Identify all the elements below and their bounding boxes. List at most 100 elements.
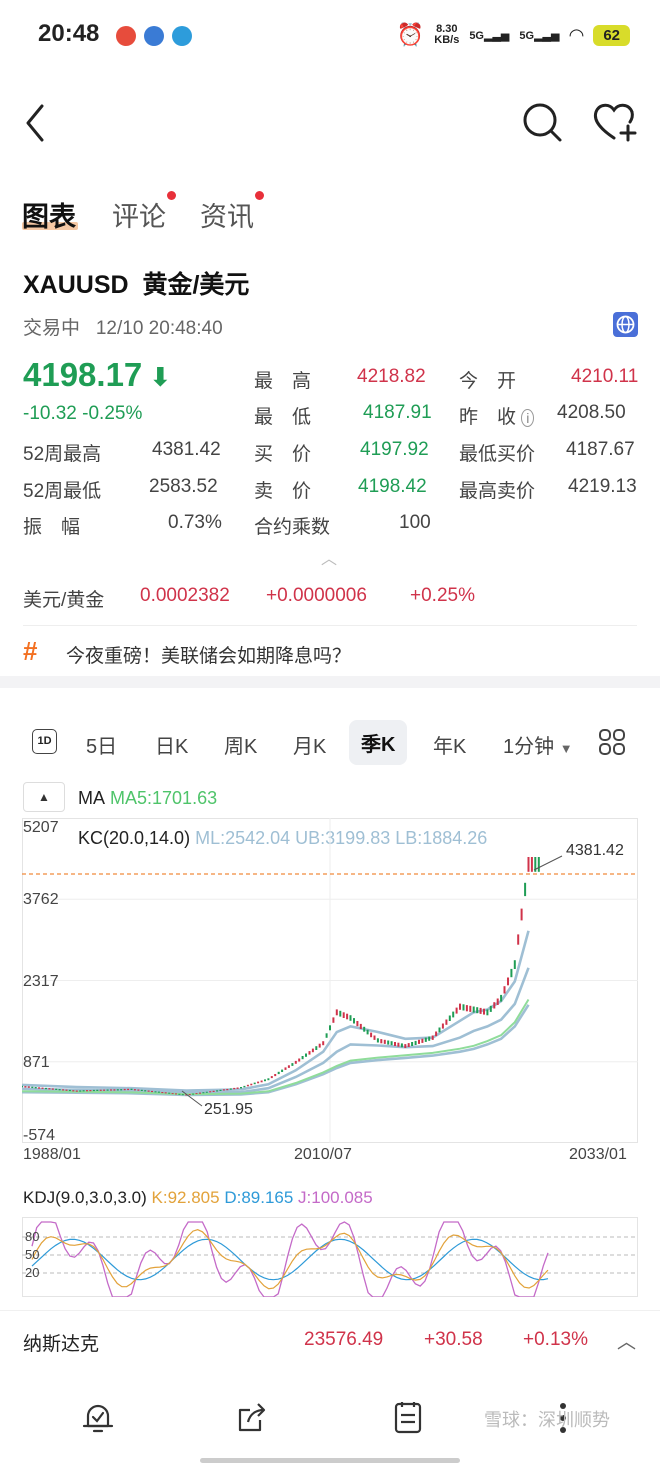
candle: [96, 1089, 99, 1091]
candle: [140, 1089, 143, 1091]
series-kc-ub: [22, 930, 530, 1092]
candle: [212, 1090, 215, 1092]
period-tab-5d[interactable]: 5日: [86, 730, 117, 759]
candle: [383, 1039, 386, 1044]
high-label: 最 高: [254, 371, 312, 392]
candle: [38, 1087, 41, 1089]
intraday-1d-icon[interactable]: 1D: [32, 729, 57, 754]
candle: [479, 1007, 482, 1014]
kdj-tick-label: 20: [25, 1265, 40, 1280]
multiplier-label: 合约乘数: [254, 517, 331, 538]
candle: [181, 1094, 184, 1096]
candle: [318, 1043, 321, 1048]
candle: [513, 960, 516, 969]
kdj-tick-label: 80: [25, 1229, 40, 1244]
wk52-low-value: 2583.52: [149, 476, 218, 497]
candle: [366, 1029, 369, 1035]
notes-icon[interactable]: [390, 1398, 426, 1438]
candle: [253, 1082, 256, 1085]
candle: [45, 1087, 47, 1090]
globe-icon[interactable]: [613, 312, 638, 337]
ticker-change-pct: +0.13%: [523, 1329, 588, 1350]
candle: [431, 1035, 434, 1040]
info-icon[interactable]: i: [521, 409, 535, 427]
candlesticks: [22, 857, 540, 1096]
tab-chart[interactable]: 图表: [22, 195, 76, 234]
candle: [305, 1053, 307, 1057]
candle: [24, 1086, 27, 1088]
candle: [264, 1079, 266, 1082]
candle: [445, 1019, 448, 1025]
candle: [267, 1078, 270, 1081]
notification-app-icon: [144, 26, 164, 46]
kdj-chart[interactable]: [22, 1217, 638, 1297]
candle: [459, 1003, 461, 1010]
candle: [51, 1088, 54, 1090]
candle: [493, 1002, 496, 1009]
kdj-k-line: [31, 1229, 549, 1290]
candle: [356, 1021, 359, 1027]
grid-layout-icon[interactable]: [598, 728, 626, 756]
candle: [394, 1042, 396, 1046]
y-tick-label: 3762: [23, 891, 59, 908]
tab-comments[interactable]: 评论: [112, 191, 176, 234]
alert-bell-icon[interactable]: [80, 1398, 116, 1438]
period-tab-day[interactable]: 日K: [155, 730, 188, 759]
candle: [123, 1088, 126, 1091]
period-tab-year[interactable]: 年K: [433, 730, 466, 759]
bid-value: 4197.92: [360, 439, 429, 460]
low-label: 最 低: [254, 407, 312, 428]
price-chart[interactable]: [22, 818, 638, 1143]
candle: [195, 1093, 198, 1095]
candle: [291, 1063, 294, 1066]
candle: [219, 1089, 222, 1091]
period-tab-month[interactable]: 月K: [293, 730, 326, 759]
wifi-icon: ◠: [569, 24, 584, 45]
candle: [537, 857, 540, 872]
period-tab-minute-dropdown[interactable]: 1分钟 ▼: [503, 730, 573, 759]
candle: [246, 1084, 249, 1087]
candle: [92, 1089, 95, 1092]
candle: [257, 1081, 260, 1084]
back-icon[interactable]: [18, 98, 58, 148]
period-tab-week[interactable]: 周K: [224, 730, 257, 759]
candle: [120, 1089, 123, 1091]
candle: [489, 1005, 492, 1012]
candle: [99, 1089, 102, 1091]
price-change: -10.32 -0.25%: [23, 403, 143, 424]
home-indicator: [200, 1458, 460, 1463]
candle: [151, 1090, 153, 1093]
search-icon[interactable]: [520, 100, 564, 144]
candle: [414, 1040, 417, 1045]
collapse-chevron-icon[interactable]: ︿: [321, 545, 337, 569]
candle: [349, 1015, 352, 1021]
candle: [363, 1026, 366, 1032]
candle: [424, 1037, 427, 1042]
candle: [171, 1093, 174, 1095]
tab-news[interactable]: 资讯: [200, 191, 264, 234]
topic-link[interactable]: 今夜重磅！美联储会如期降息吗？: [66, 641, 351, 668]
candle: [270, 1076, 273, 1079]
period-tab-quarter[interactable]: 季K: [349, 720, 408, 765]
add-favorite-icon[interactable]: [592, 100, 640, 144]
divider: [23, 625, 637, 626]
candle: [339, 1010, 342, 1017]
min-bid-value: 4187.67: [566, 439, 635, 460]
share-icon[interactable]: [234, 1398, 270, 1438]
multiplier-value: 100: [399, 512, 431, 533]
candle: [110, 1089, 112, 1091]
sim1-signal-icon: 5G▂▃▅: [469, 29, 510, 42]
low-value: 4187.91: [363, 402, 432, 423]
kdj-tick-label: 50: [25, 1247, 40, 1262]
cross-rate-label: 美元/黄金: [23, 590, 105, 611]
amplitude-value: 0.73%: [168, 512, 222, 533]
collapse-indicator-button[interactable]: ▲: [23, 782, 65, 812]
candle: [127, 1088, 130, 1091]
expand-chevron-icon[interactable]: ︿: [617, 1327, 636, 1354]
candle: [137, 1089, 140, 1091]
trade-status: 交易中 12/10 20:48:40: [23, 318, 223, 339]
candle: [329, 1025, 331, 1031]
index-ticker-bar[interactable]: 纳斯达克 23576.49 +30.58 +0.13% ︿: [0, 1310, 660, 1368]
candle: [418, 1039, 420, 1044]
candle: [325, 1033, 328, 1038]
